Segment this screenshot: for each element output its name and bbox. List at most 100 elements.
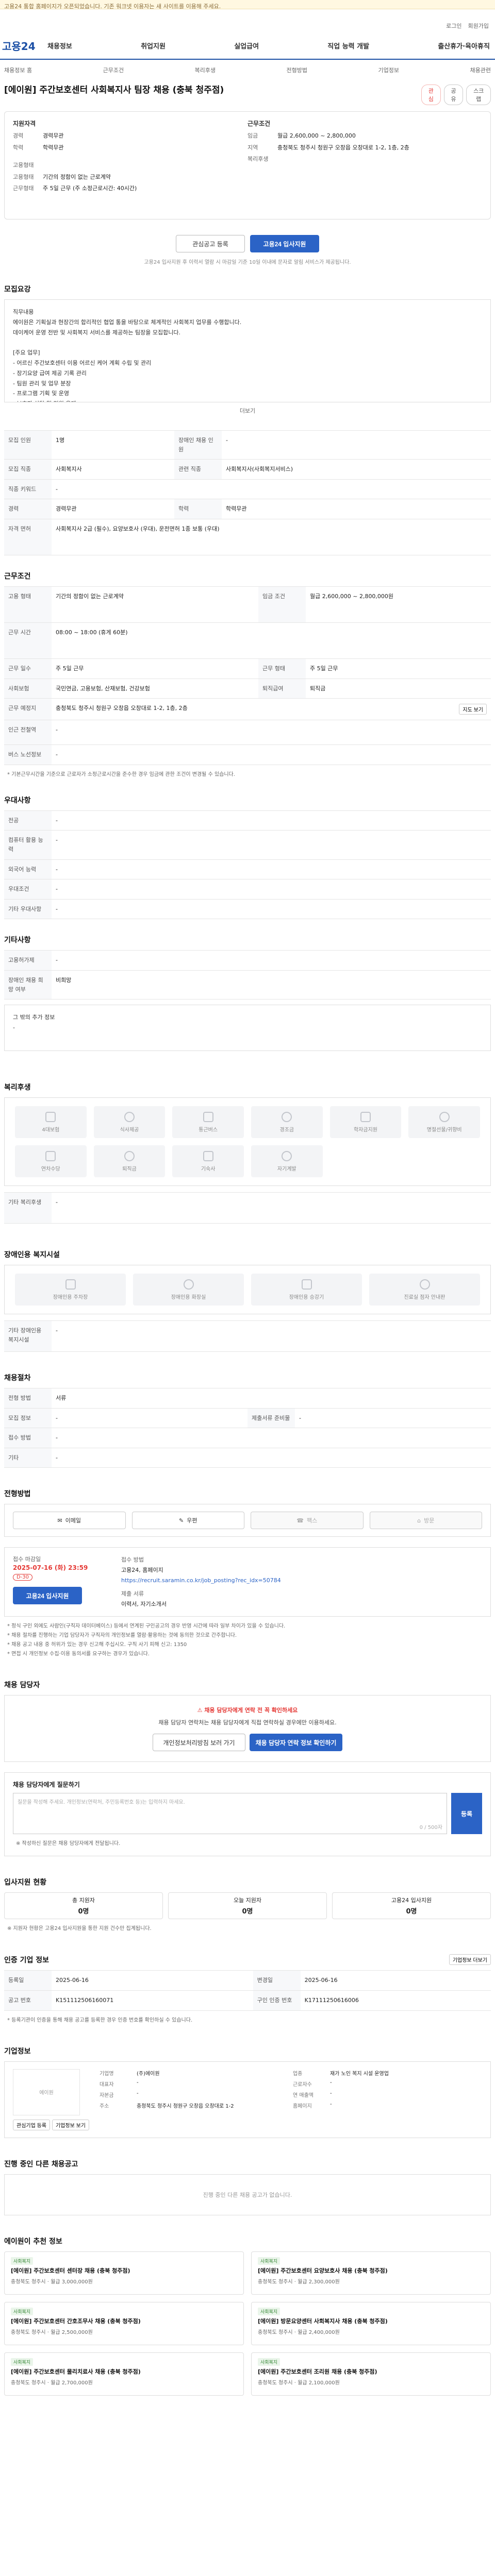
company-key: 연 매출액 [292,2092,314,2098]
company-logo: 에이원 [13,2069,80,2115]
table-row: 사회보험 국민연금, 고용보험, 산재보험, 건강보험 퇴직급여 퇴직금 [4,678,491,699]
tab-work-conditions[interactable]: 근무조건 [103,66,124,80]
table-value: 경력무관 [52,499,175,519]
gnb-item-employment-support[interactable]: 취업지원 [141,41,166,50]
tab-jobs-home[interactable]: 채용정보 홈 [4,66,32,80]
more-link[interactable]: 더보기 [4,406,491,415]
qa-char-count: 0 / 500자 [419,1825,442,1831]
table-key: 퇴직급여 [258,678,306,699]
rec-tag: 사회복지 [11,2307,34,2315]
method-label: 팩스 [306,1517,318,1524]
table-value: - [52,1447,491,1468]
map-button[interactable]: 지도 보기 [459,704,487,715]
duties-section: 모집요강 직무내용 에이원은 기획실과 현장간의 합리적인 협업 통을 바탕으로… [0,284,495,415]
warning-icon: ⚠ [197,1707,205,1714]
qa-textarea[interactable]: 질문을 작성해 주세요. 개인정보(연락처, 주민등록번호 등)는 입력하지 마… [13,1793,447,1835]
welfare-grid: 4대보험 식사제공 통근버스 경조금 학자금지원 명절선물/귀향비 연차수당 퇴… [4,1097,491,1187]
apply-button[interactable]: 고용24 입사지원 [250,235,319,252]
fax-icon: ☎ [296,1517,304,1524]
view-company-button[interactable]: 기업정보 보기 [52,2119,89,2130]
table-row: 근무 예정지 충청북도 청주시 청원구 오창읍 오창대로 1-2, 1층, 2층 지… [4,698,491,721]
table-row: 직종 키워드 - [4,479,491,500]
table-row: 모집 직종 사회복지사 관련 직종 사회복지사(사회복지서비스) [4,459,491,480]
tab-related[interactable]: 채용관련 [470,66,490,80]
table-value: - [52,1428,491,1448]
view-contact-button[interactable]: 채용 담당자 연락 정보 확인하기 [250,1734,342,1752]
recommend-card[interactable]: 사회복지 [에이원] 주간보호센터 센터장 채용 (충북 청주점) 충청북도 청주시… [4,2251,244,2295]
table-value: - [52,859,491,880]
method-label: 접수 방법 [121,1556,144,1564]
summary-left-heading: 지원자격 [13,120,36,127]
welfare-label: 자기계발 [277,1166,296,1172]
gnb-item-vocational-training[interactable]: 직업 능력 개발 [327,41,369,50]
qa-submit-button[interactable]: 등록 [451,1793,482,1835]
method-label: 이메일 [65,1517,81,1524]
recommend-card[interactable]: 사회복지 [에이원] 방문요양센터 사회복지사 채용 (충북 청주점) 충청북도 청… [251,2301,491,2345]
recommend-grid: 사회복지 [에이원] 주간보호센터 센터장 채용 (충북 청주점) 충청북도 청주시… [4,2251,491,2396]
deadline-section: 접수 마감일 2025-07-16 (화) 23:59 D-30 고용24 입사… [0,1547,495,1659]
table-value: 주 5일 근무 [306,658,491,679]
table-value-with-map: 충청북도 청주시 청원구 오창읍 오창대로 1-2, 1층, 2층 지도 보기 [52,698,491,721]
recommend-card[interactable]: 사회복지 [에이원] 주간보호센터 요양보호사 채용 (충북 청주점) 충청북도 청… [251,2251,491,2295]
contact-section: 채용 담당자 ⚠ 채용 담당자에게 연락 전 꼭 확인하세요 채용 담당자 연락… [0,1680,495,1762]
gnb-item-jobs[interactable]: 채용정보 [47,41,72,50]
recommend-card[interactable]: 사회복지 [에이원] 주간보호센터 물리치료사 채용 (충북 청주점) 충청북도 청… [4,2352,244,2396]
table-key: 우대조건 [4,879,52,900]
etc-table: 고용허가제 - 장애인 채용 희망 여부 비희망 [4,950,491,1000]
stat-label: 총 지원자 [72,1897,95,1904]
bus-icon [203,1111,213,1122]
rec-title: [에이원] 주간보호센터 센터장 채용 (충북 청주점) [11,2267,130,2274]
privacy-policy-button[interactable]: 개인정보처리방침 보러 가기 [153,1734,245,1752]
gnb-item-parental-leave[interactable]: 출산휴가·육아휴직 [438,41,490,50]
tab-company-info[interactable]: 기업정보 [378,66,399,80]
scrap-button[interactable]: 스크랩 [466,84,491,105]
stat-label: 고용24 입사지원 [391,1897,432,1904]
summary-value: 학력무관 [43,144,64,151]
add-interest-button[interactable]: 관심공고 등록 [176,235,245,252]
signup-link[interactable]: 회원가입 [468,22,489,30]
tab-hiring-method[interactable]: 전형방법 [287,66,307,80]
table-key: 학력 [174,499,222,519]
company-more-button[interactable]: 기업정보 더보기 [449,1954,491,1965]
table-key: 자격 면허 [4,518,52,555]
table-key: 관련 직종 [174,459,222,480]
table-key: 경력 [4,499,52,519]
table-row: 모집 인원 1명 장애인 채용 인원 - [4,430,491,460]
rec-title: [에이원] 방문요양센터 사회복지사 채용 (충북 청주점) [258,2317,388,2325]
follow-company-button[interactable]: 관심기업 등록 [13,2119,50,2130]
login-link[interactable]: 로그인 [446,22,461,30]
summary-row: 경력 경력무관 [13,132,248,141]
method-visit: ⌂ 방문 [369,1512,482,1530]
welfare-item: 기숙사 [172,1145,244,1178]
rec-tag: 사회복지 [258,2358,280,2366]
welfare-label: 통근버스 [199,1127,218,1133]
dday-badge: D-30 [13,1574,33,1581]
summary-row: 학력 학력무관 [13,144,248,152]
table-value: - [222,430,491,460]
tab-welfare[interactable]: 복리후생 [195,66,216,80]
table-row: 기타 복리후생 - [4,1192,491,1224]
deadline-apply-button[interactable]: 고용24 입사지원 [13,1587,82,1605]
gift-icon [282,1111,292,1122]
table-value: 퇴직금 [306,678,491,699]
recommend-card[interactable]: 사회복지 [에이원] 주간보호센터 조리원 채용 (충북 청주점) 충청북도 청주시… [251,2352,491,2396]
welfare-label: 4대보험 [42,1127,60,1133]
like-button[interactable]: 관심 [421,84,441,105]
recommend-card[interactable]: 사회복지 [에이원] 주간보호센터 간호조무사 채용 (충북 청주점) 충청북도 청… [4,2301,244,2345]
table-row: 고용허가제 - [4,950,491,971]
contact-text: 채용 담당자 연락처는 채용 담당자에게 직접 연락하실 경우에만 이용하세요. [158,1719,337,1726]
company-value: - [136,2090,139,2096]
etc-section: 기타사항 고용허가제 - 장애인 채용 희망 여부 비희망 그 밖의 추가 정보 - [0,935,495,1052]
table-key: 인근 전철역 [4,720,52,745]
rec-tag: 사회복지 [11,2358,34,2366]
apply-url-link[interactable]: https://recruit.saramin.co.kr/job_postin… [121,1575,482,1586]
site-logo[interactable]: 고용24 [2,38,47,53]
qa-box: 채용 담당자에게 질문하기 질문을 작성해 주세요. 개인정보(연락처, 주민등… [4,1772,491,1857]
rec-title: [에이원] 주간보호센터 물리치료사 채용 (충북 청주점) [11,2368,141,2375]
rec-meta: 충청북도 청주시 · 월급 2,100,000원 [258,2380,340,2386]
gnb-item-unemployment-benefits[interactable]: 실업급여 [234,41,259,50]
rec-meta: 충청북도 청주시 · 월급 3,000,000원 [11,2279,93,2285]
table-key: 근무 일수 [4,658,52,679]
share-button[interactable]: 공유 [443,84,464,105]
summary-row: 근무형태 주 5일 근무 (주 소정근로시간: 40시간) [13,184,248,193]
